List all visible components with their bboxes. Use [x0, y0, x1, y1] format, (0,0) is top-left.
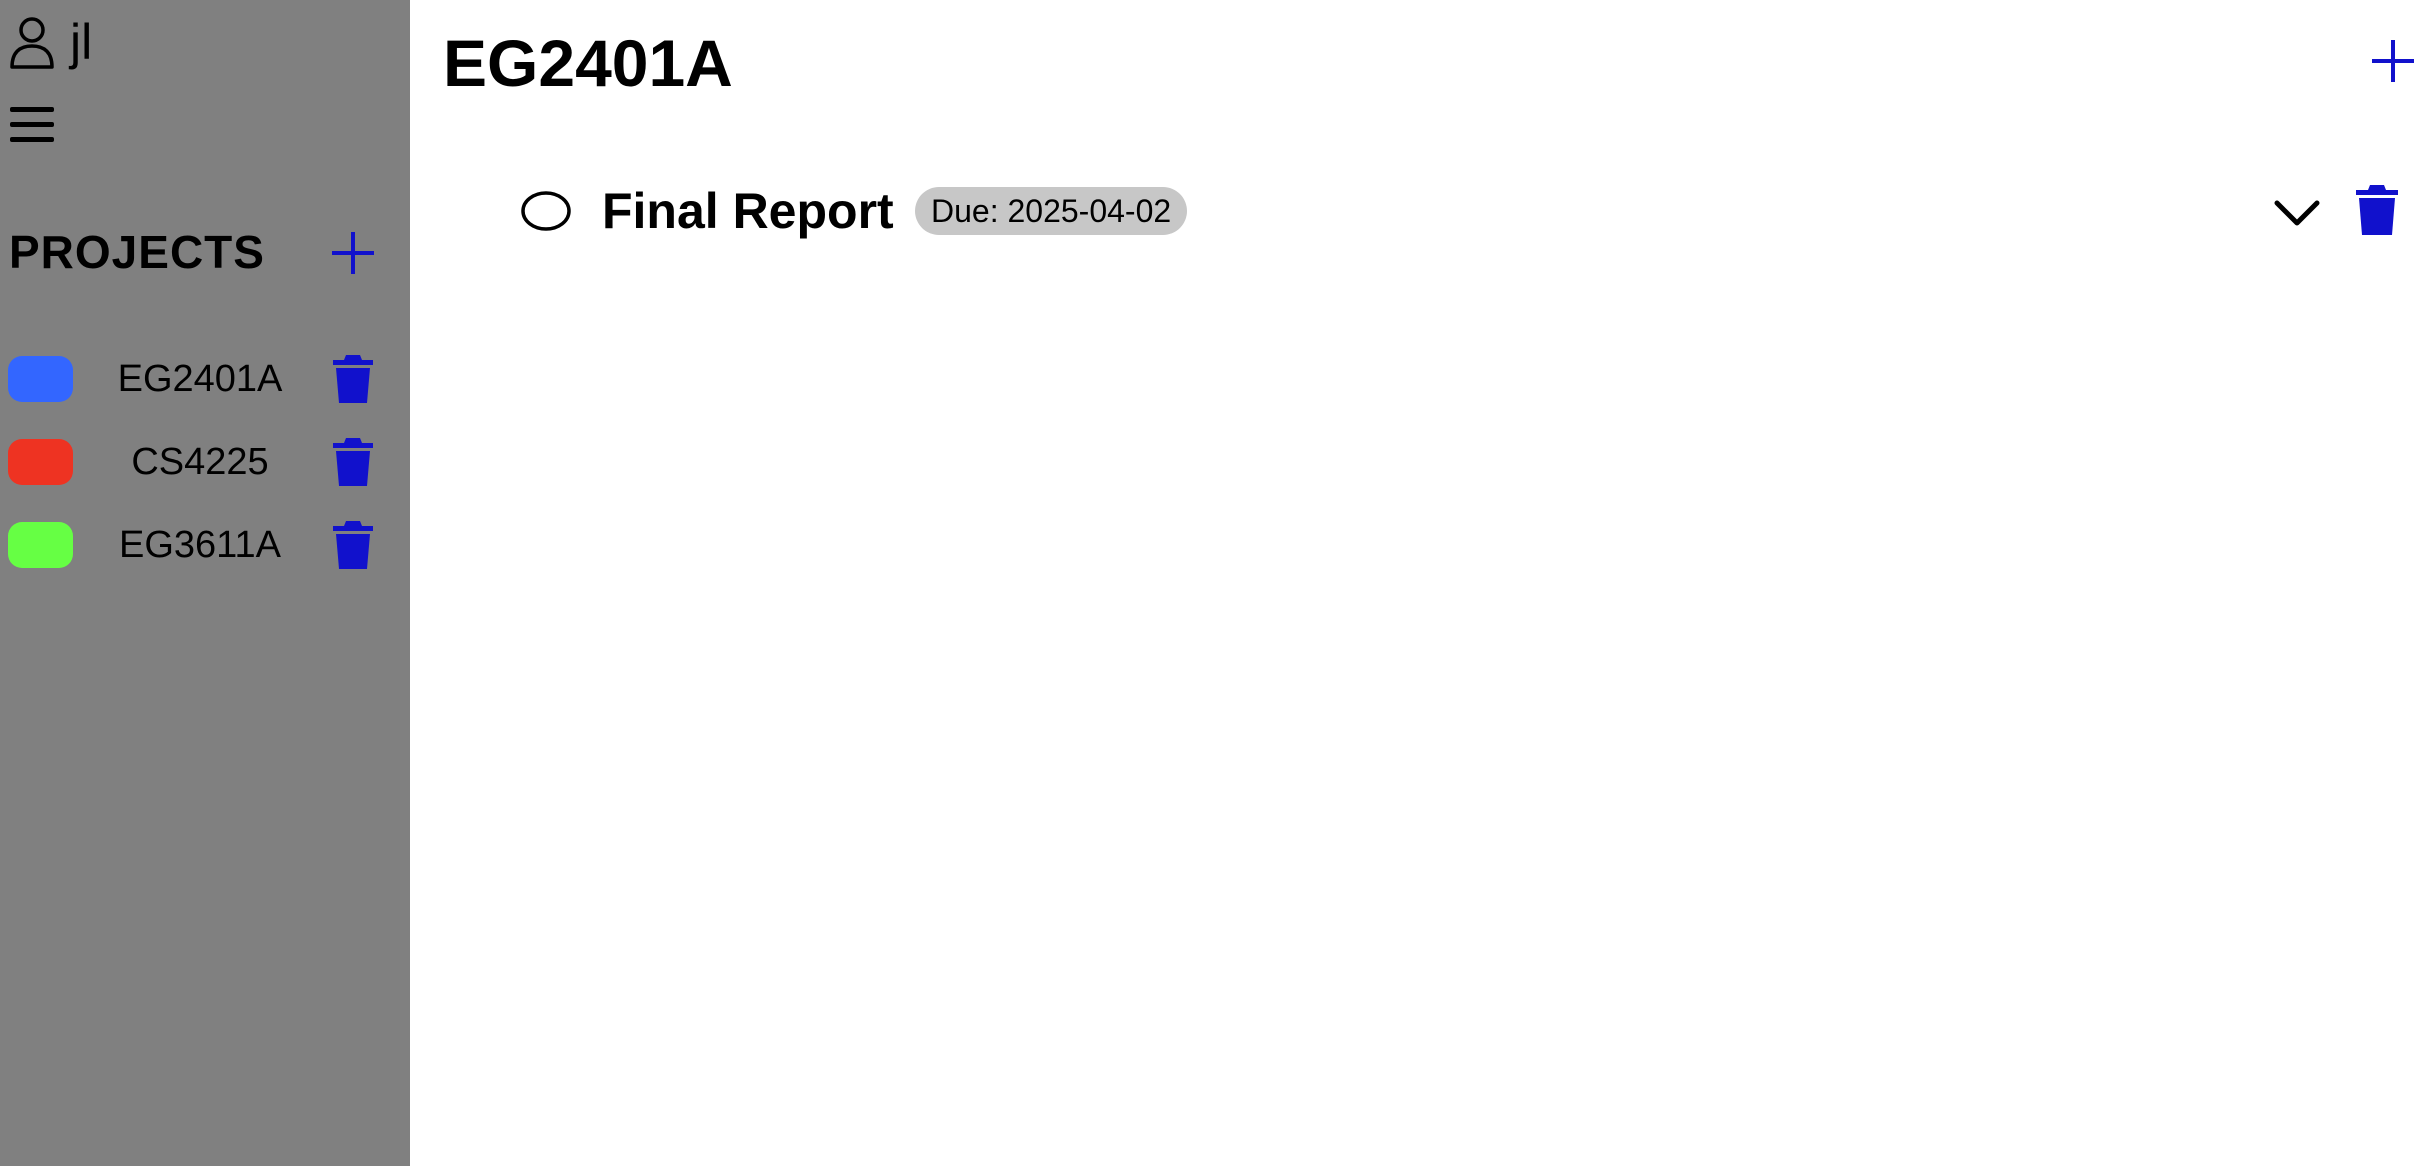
task-complete-toggle[interactable]	[520, 190, 572, 232]
trash-icon	[2354, 183, 2400, 237]
project-color-swatch[interactable]	[8, 439, 73, 485]
project-list: EG2401A CS4225 EG3611A	[0, 350, 410, 599]
delete-task-button[interactable]	[2354, 183, 2400, 237]
delete-project-button[interactable]	[331, 436, 375, 488]
user-name: jl	[70, 14, 93, 70]
add-task-button[interactable]	[2370, 36, 2416, 86]
trash-icon	[331, 519, 375, 571]
circle-checkbox-icon	[520, 190, 572, 232]
project-name[interactable]: CS4225	[100, 433, 300, 491]
delete-project-button[interactable]	[331, 519, 375, 571]
project-item-eg2401a[interactable]: EG2401A	[0, 350, 410, 433]
task-title[interactable]: Final Report	[602, 180, 894, 242]
plus-icon	[328, 228, 378, 278]
user-profile[interactable]: jl	[8, 14, 92, 70]
due-date-badge: Due: 2025-04-02	[915, 187, 1188, 235]
app: jl PROJECTS EG2401A CS4225 EG3611A EG240…	[0, 0, 2430, 1166]
expand-task-button[interactable]	[2272, 196, 2322, 230]
trash-icon	[331, 353, 375, 405]
project-name[interactable]: EG3611A	[100, 516, 300, 574]
delete-project-button[interactable]	[331, 353, 375, 405]
plus-icon	[2370, 36, 2416, 86]
menu-button[interactable]	[10, 105, 54, 145]
user-icon	[8, 15, 56, 69]
project-item-cs4225[interactable]: CS4225	[0, 433, 410, 516]
main-panel: EG2401A Final Report Due: 2025-04-02	[410, 0, 2430, 1166]
project-color-swatch[interactable]	[8, 356, 73, 402]
task-item[interactable]: Final Report Due: 2025-04-02	[410, 180, 2430, 242]
hamburger-menu-icon	[10, 105, 54, 145]
project-item-eg3611a[interactable]: EG3611A	[0, 516, 410, 599]
sidebar: jl PROJECTS EG2401A CS4225 EG3611A	[0, 0, 410, 1166]
chevron-down-icon	[2272, 196, 2322, 230]
trash-icon	[331, 436, 375, 488]
projects-heading: PROJECTS	[9, 226, 265, 278]
project-name[interactable]: EG2401A	[100, 350, 300, 408]
project-color-swatch[interactable]	[8, 522, 73, 568]
page-title: EG2401A	[443, 26, 733, 100]
add-project-button[interactable]	[328, 228, 378, 278]
